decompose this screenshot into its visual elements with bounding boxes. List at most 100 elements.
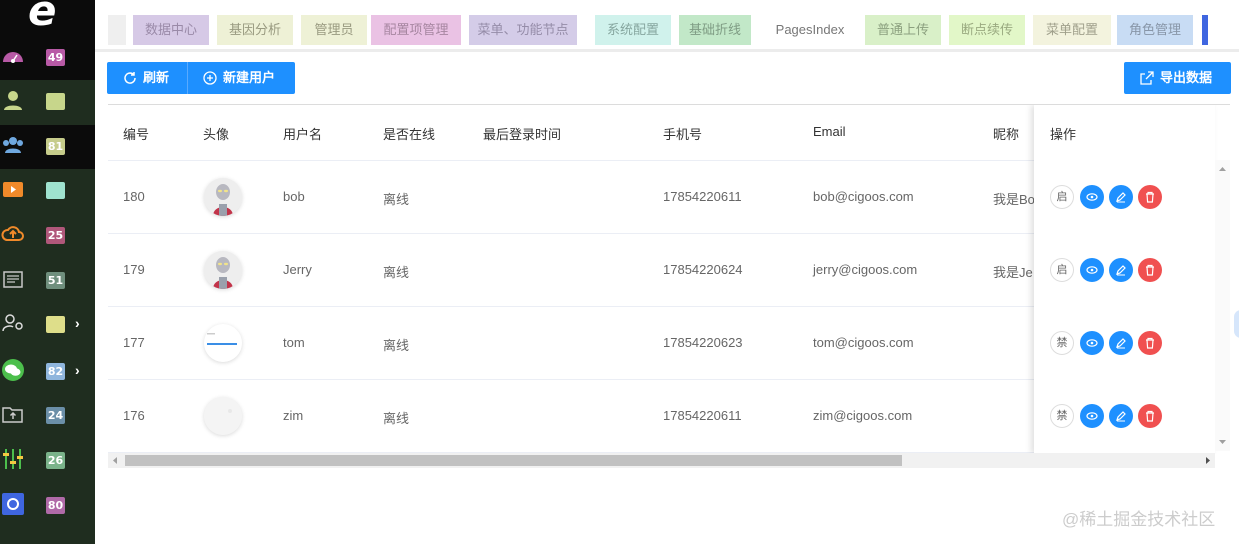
sidebar-badge bbox=[46, 93, 65, 110]
cell-email: zim@cigoos.com bbox=[813, 408, 913, 423]
sidebar-item[interactable]: 51 bbox=[0, 259, 95, 303]
actions-column: 操作 启启禁禁 bbox=[1034, 105, 1215, 454]
view-button[interactable] bbox=[1080, 258, 1104, 282]
scroll-up-icon[interactable] bbox=[1215, 164, 1230, 174]
sidebar-item[interactable]: 26 bbox=[0, 439, 95, 483]
cell-email: bob@cigoos.com bbox=[813, 189, 914, 204]
tab[interactable]: 菜单配置 bbox=[1033, 15, 1111, 45]
tab[interactable]: 断点续传 bbox=[949, 15, 1025, 45]
eye-icon bbox=[1086, 266, 1098, 274]
col-avatar[interactable]: 头像 bbox=[203, 124, 229, 143]
sidebar-badge: 24 bbox=[46, 407, 65, 424]
scroll-down-icon[interactable] bbox=[1215, 437, 1230, 447]
view-button[interactable] bbox=[1080, 331, 1104, 355]
vertical-scrollbar[interactable] bbox=[1215, 160, 1230, 451]
sidebar-badge: 26 bbox=[46, 452, 65, 469]
sidebar-item[interactable]: 81 bbox=[0, 125, 95, 169]
view-button[interactable] bbox=[1080, 185, 1104, 209]
edit-button[interactable] bbox=[1109, 331, 1133, 355]
cell-username: bob bbox=[283, 189, 305, 204]
col-online[interactable]: 是否在线 bbox=[383, 124, 435, 143]
sidebar-badge bbox=[46, 316, 65, 333]
chevron-right-icon[interactable]: › bbox=[75, 315, 80, 331]
refresh-button[interactable]: 刷新 bbox=[107, 62, 187, 94]
view-button[interactable] bbox=[1080, 404, 1104, 428]
tab-scroll-left[interactable] bbox=[108, 15, 126, 45]
edit-button[interactable] bbox=[1109, 258, 1133, 282]
export-icon bbox=[1140, 71, 1154, 85]
eye-icon bbox=[1086, 193, 1098, 201]
export-button[interactable]: 导出数据 bbox=[1124, 62, 1231, 94]
edit-icon bbox=[1116, 265, 1126, 276]
edit-button[interactable] bbox=[1109, 404, 1133, 428]
tab-scroll-right[interactable] bbox=[1202, 15, 1208, 45]
cell-id: 177 bbox=[123, 335, 145, 350]
status-toggle-button[interactable]: 禁 bbox=[1050, 404, 1074, 428]
settings-panel-icon bbox=[1, 492, 25, 516]
tab[interactable]: 管理员 bbox=[301, 15, 367, 45]
tab[interactable]: 菜单、功能节点 bbox=[469, 15, 577, 45]
col-username[interactable]: 用户名 bbox=[283, 124, 322, 143]
status-toggle-button[interactable]: 启 bbox=[1050, 258, 1074, 282]
cell-email: jerry@cigoos.com bbox=[813, 262, 918, 277]
sidebar-item[interactable]: 24 bbox=[0, 394, 95, 438]
user-icon bbox=[1, 88, 25, 112]
newspaper-icon bbox=[1, 267, 25, 291]
dashboard-gauge-icon bbox=[1, 44, 25, 68]
delete-button[interactable] bbox=[1138, 185, 1162, 209]
col-nickname[interactable]: 昵称 bbox=[993, 124, 1019, 143]
tab[interactable]: 普通上传 bbox=[865, 15, 941, 45]
cloud-upload-icon bbox=[1, 222, 25, 246]
refresh-label: 刷新 bbox=[143, 70, 170, 85]
sidebar-item[interactable] bbox=[0, 80, 95, 124]
cell-phone: 17854220611 bbox=[663, 189, 742, 204]
sidebar-item[interactable]: › bbox=[0, 303, 95, 347]
sidebar-badge: 51 bbox=[46, 272, 65, 289]
tab[interactable]: 系统配置 bbox=[595, 15, 671, 45]
tab[interactable]: 配置项管理 bbox=[371, 15, 461, 45]
tab[interactable]: 基因分析 bbox=[217, 15, 293, 45]
folder-upload-icon bbox=[1, 402, 25, 426]
sidebar-item[interactable]: 25 bbox=[0, 214, 95, 258]
cell-id: 176 bbox=[123, 408, 145, 423]
delete-button[interactable] bbox=[1138, 331, 1162, 355]
sidebar-item[interactable]: 49 bbox=[0, 36, 95, 80]
col-email[interactable]: Email bbox=[813, 124, 846, 139]
scroll-left-icon[interactable] bbox=[110, 453, 120, 468]
export-label: 导出数据 bbox=[1160, 70, 1213, 85]
trash-icon bbox=[1146, 410, 1154, 422]
sidebar-item[interactable] bbox=[0, 169, 95, 213]
sidebar-badge: 25 bbox=[46, 227, 65, 244]
cell-online: 离线 bbox=[383, 411, 410, 426]
edit-button[interactable] bbox=[1109, 185, 1133, 209]
delete-button[interactable] bbox=[1138, 258, 1162, 282]
col-id[interactable]: 编号 bbox=[123, 124, 149, 143]
scroll-right-icon[interactable] bbox=[1203, 453, 1213, 468]
horizontal-scroll-thumb[interactable] bbox=[125, 455, 902, 466]
col-last-login[interactable]: 最后登录时间 bbox=[483, 124, 561, 143]
cell-id: 179 bbox=[123, 262, 145, 277]
cell-online: 离线 bbox=[383, 192, 410, 207]
sidebar-badge: 49 bbox=[46, 49, 65, 66]
tab[interactable]: 基础折线 bbox=[679, 15, 751, 45]
trash-icon bbox=[1146, 264, 1154, 276]
edit-icon bbox=[1116, 411, 1126, 422]
tab[interactable]: 角色管理 bbox=[1117, 15, 1193, 45]
cell-nickname: 我是Bo bbox=[993, 192, 1035, 207]
chevron-right-icon[interactable]: › bbox=[75, 362, 80, 378]
new-user-label: 新建用户 bbox=[223, 70, 276, 85]
horizontal-scrollbar[interactable] bbox=[108, 453, 1215, 468]
sidebar-item[interactable]: 80 bbox=[0, 484, 95, 528]
status-toggle-button[interactable]: 启 bbox=[1050, 185, 1074, 209]
floating-handle[interactable] bbox=[1234, 310, 1239, 338]
tab[interactable]: PagesIndex bbox=[759, 15, 861, 45]
cell-nickname: 我是Je bbox=[993, 265, 1033, 280]
user-location-icon bbox=[1, 311, 25, 335]
new-user-button[interactable]: 新建用户 bbox=[187, 62, 295, 94]
users-table: 编号 头像 用户名 是否在线 最后登录时间 手机号 Email 昵称 180 bo… bbox=[108, 104, 1230, 454]
col-phone[interactable]: 手机号 bbox=[663, 124, 702, 143]
tab[interactable]: 数据中心 bbox=[133, 15, 209, 45]
delete-button[interactable] bbox=[1138, 404, 1162, 428]
sidebar-item[interactable]: 82 › bbox=[0, 350, 95, 394]
status-toggle-button[interactable]: 禁 bbox=[1050, 331, 1074, 355]
